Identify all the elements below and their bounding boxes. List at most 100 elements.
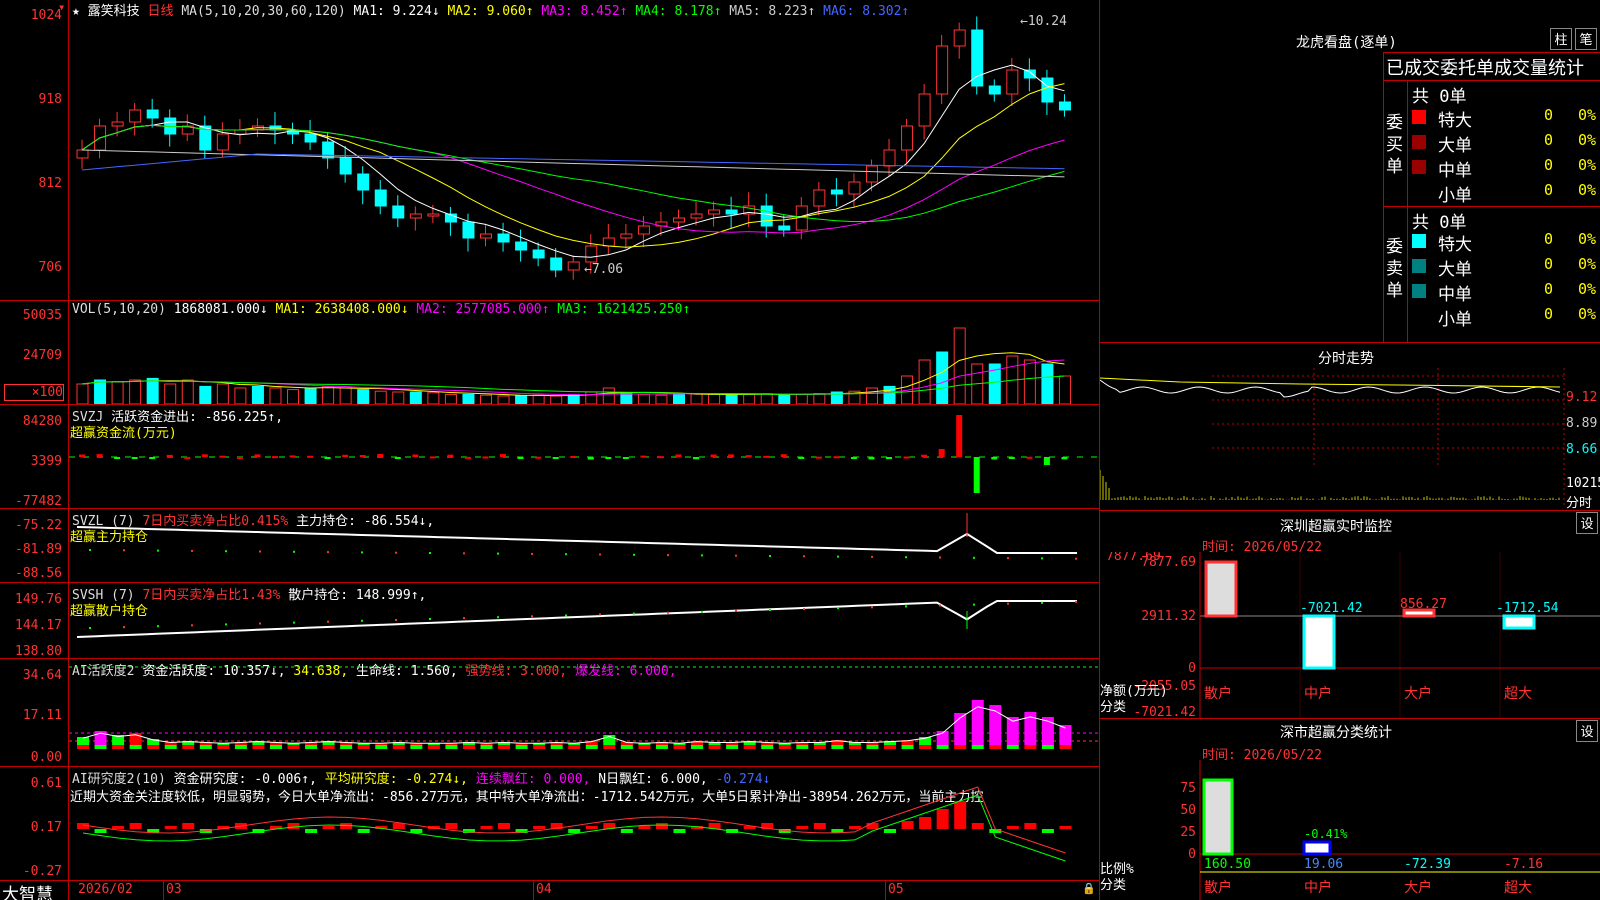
- intraday-chart[interactable]: [1100, 368, 1600, 508]
- stats-mid-line: [1383, 206, 1600, 207]
- flow-bar: [657, 456, 664, 459]
- fund-flow-chart[interactable]: [69, 405, 1099, 508]
- flow-bar: [289, 455, 296, 458]
- activity-base: [1006, 745, 1019, 749]
- activity-base: [673, 745, 686, 749]
- intraday-mode[interactable]: 分时: [1566, 492, 1592, 511]
- volume-chart[interactable]: [69, 318, 1099, 404]
- flow-bar: [114, 457, 121, 459]
- position-tick: [327, 551, 329, 554]
- buy-swatch: [1412, 110, 1426, 124]
- position-tick: [293, 550, 295, 553]
- activity-base: [94, 745, 107, 749]
- class-xunit: 分类: [1100, 878, 1127, 893]
- research-bar: [1006, 826, 1019, 829]
- activity-base: [761, 745, 774, 749]
- activity-base: [375, 745, 388, 749]
- research-chart[interactable]: [69, 767, 1099, 880]
- retail-tick: [157, 625, 159, 628]
- candlestick-chart[interactable]: [69, 14, 1099, 300]
- lock-icon[interactable]: 🔒: [1082, 882, 1096, 895]
- activity-base: [533, 745, 546, 749]
- monitor-value: 7877.69: [1106, 552, 1161, 564]
- class-chart[interactable]: 75 50 25 0 -0.41% 160.50 19.06 -72.39 -7.16 散户 中户 大…: [1100, 760, 1600, 900]
- trade-mode-button[interactable]: 笔: [1575, 28, 1597, 50]
- activity-chart[interactable]: [69, 659, 1099, 766]
- retail-tick: [293, 621, 295, 624]
- main-position-chart[interactable]: [69, 509, 1099, 582]
- research-bar: [971, 823, 984, 829]
- candle: [936, 45, 949, 95]
- buy-row-pct: 0%: [1578, 156, 1597, 174]
- research-bar: [94, 829, 107, 833]
- flow-bar: [745, 455, 752, 458]
- volume-bar: [480, 394, 493, 404]
- brand-logo[interactable]: 大智慧: [2, 880, 53, 900]
- position-tick: [565, 553, 567, 556]
- ma-line: [81, 124, 1065, 223]
- volume-bar: [444, 393, 457, 404]
- volume-bar: [357, 389, 370, 404]
- flow-bar: [166, 454, 173, 457]
- candle: [1006, 69, 1019, 95]
- volume-bar: [234, 387, 247, 404]
- position-tick: [701, 554, 703, 557]
- research-bar: [936, 809, 949, 829]
- candle: [111, 121, 124, 127]
- research-bar: [322, 826, 335, 829]
- position-tick: [1075, 557, 1077, 560]
- x-divider: [885, 880, 886, 900]
- buy-row-name: 小单: [1438, 186, 1472, 206]
- research-bar: [533, 826, 546, 829]
- volume-bar: [1041, 363, 1054, 404]
- bar-mode-button[interactable]: 柱: [1550, 28, 1572, 50]
- volume-bar: [602, 387, 615, 404]
- activity-base: [778, 745, 791, 749]
- volume-bar: [708, 393, 721, 404]
- candle: [515, 241, 528, 251]
- flow-bar: [271, 456, 278, 459]
- x-divider: [163, 880, 164, 900]
- activity-base: [743, 745, 756, 749]
- position-tick: [157, 549, 159, 552]
- buy-row-value: 0: [1544, 131, 1554, 149]
- class-category: 散户: [1204, 879, 1232, 896]
- vol-label: VOL(5,10,20): [72, 302, 166, 317]
- volume-bar: [953, 327, 966, 404]
- class-settings-button[interactable]: 设: [1576, 720, 1598, 742]
- volume-bar: [111, 381, 124, 404]
- position-tick: [1041, 557, 1043, 560]
- retail-tick: [735, 609, 737, 612]
- buy-total: 共 0单: [1412, 87, 1467, 107]
- candle: [532, 249, 545, 259]
- class-category: 大户: [1404, 879, 1432, 896]
- position-tick: [905, 556, 907, 559]
- volume-bar: [1058, 375, 1071, 404]
- divider-main-vol: [0, 300, 1100, 301]
- activity-base: [340, 745, 353, 749]
- y-tick: 149.76: [15, 592, 62, 607]
- monitor-chart[interactable]: 7877.692911.320-2055.05-7021.427877.69-7…: [1100, 552, 1600, 718]
- research-bar: [866, 823, 879, 829]
- position-tick: [191, 549, 193, 552]
- monitor-settings-button[interactable]: 设: [1576, 512, 1598, 534]
- vol-value: 1868081.000↓: [173, 302, 268, 317]
- flow-bar: [500, 454, 507, 457]
- volume-bar: [655, 394, 668, 404]
- research-bar: [638, 826, 651, 829]
- research-bar: [655, 823, 668, 829]
- flow-bar: [482, 456, 489, 459]
- stats-top-line: [1383, 52, 1600, 53]
- flow-bar: [886, 457, 893, 459]
- flow-bar: [377, 454, 384, 457]
- retail-position-chart[interactable]: [69, 583, 1099, 658]
- position-tick: [973, 556, 975, 559]
- activity-base: [708, 745, 721, 749]
- research-bar: [182, 823, 195, 829]
- monitor-value: 856.27: [1400, 597, 1447, 612]
- class-y-tick: 25: [1180, 825, 1196, 840]
- class-bar: [1302, 840, 1332, 856]
- activity-base: [269, 745, 282, 749]
- flow-bar: [815, 456, 822, 459]
- y-tick: 138.80: [15, 644, 62, 659]
